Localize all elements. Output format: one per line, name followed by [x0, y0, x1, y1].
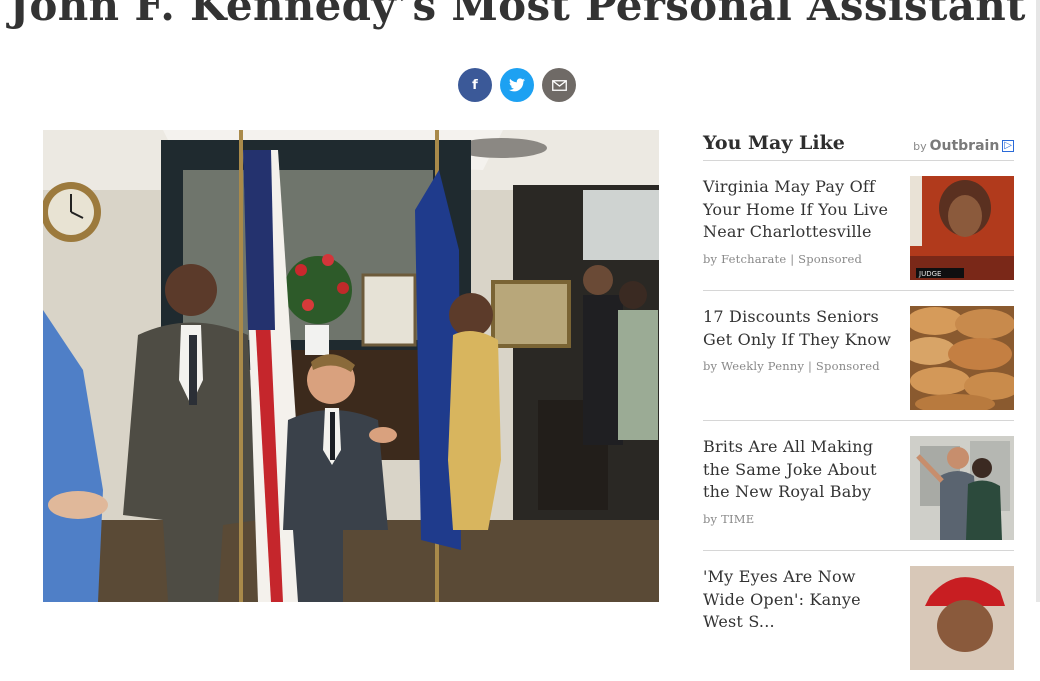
sidebar-title: You May Like: [703, 132, 845, 154]
recommendation-thumbnail[interactable]: [910, 566, 1014, 670]
recommendation-thumbnail[interactable]: [910, 436, 1014, 540]
facebook-share-button[interactable]: f: [458, 68, 492, 102]
article-hero-image: [43, 130, 659, 602]
outbrain-logo: Outbrain: [929, 138, 1000, 154]
recommendation-item[interactable]: 'My Eyes Are Now Wide Open': Kanye West …: [703, 551, 1014, 681]
recommendation-item[interactable]: Virginia May Pay Off Your Home If You Li…: [703, 161, 1014, 291]
recommendation-thumbnail[interactable]: JUDGE: [910, 176, 1014, 280]
recommendation-source: by TIME: [703, 511, 755, 526]
recommendation-item[interactable]: Brits Are All Making the Same Joke About…: [703, 421, 1014, 551]
recommendation-item[interactable]: 17 Discounts Seniors Get Only If They Kn…: [703, 291, 1014, 421]
hero-photo-illustration: [43, 130, 659, 602]
facebook-icon: f: [472, 77, 478, 93]
twitter-share-button[interactable]: [500, 68, 534, 102]
twitter-icon: [509, 78, 525, 92]
red-cap-photo: [910, 566, 1014, 670]
royal-couple-photo: [910, 436, 1014, 540]
recommendation-thumbnail[interactable]: [910, 306, 1014, 410]
recommendation-text: Brits Are All Making the Same Joke About…: [703, 436, 899, 550]
recommendation-title[interactable]: Virginia May Pay Off Your Home If You Li…: [703, 176, 899, 244]
thumb-judge-label: JUDGE: [918, 270, 941, 278]
sidebar-header: You May Like by Outbrain ▷: [703, 126, 1014, 161]
recommendation-source: by Weekly Penny | Sponsored: [703, 359, 880, 373]
judge-photo: JUDGE: [910, 176, 1014, 280]
recommendation-title[interactable]: 'My Eyes Are Now Wide Open': Kanye West …: [703, 566, 899, 634]
recommendation-text: 17 Discounts Seniors Get Only If They Kn…: [703, 306, 899, 420]
bread-photo: [910, 306, 1014, 410]
recommendation-source: by Fetcharate | Sponsored: [703, 251, 863, 266]
page-scrollbar[interactable]: [1036, 0, 1040, 602]
article-headline: John F. Kennedy’s Most Personal Assistan…: [9, 0, 1026, 30]
recommendations-sidebar: You May Like by Outbrain ▷ Virginia May …: [703, 126, 1014, 681]
email-share-button[interactable]: [542, 68, 576, 102]
email-icon: [551, 79, 567, 91]
share-buttons: f: [458, 68, 576, 102]
recommendation-text: Virginia May Pay Off Your Home If You Li…: [703, 176, 899, 290]
ad-choices-icon[interactable]: ▷: [1002, 140, 1014, 152]
recommendation-title[interactable]: 17 Discounts Seniors Get Only If They Kn…: [703, 306, 899, 351]
by-label: by: [913, 139, 927, 153]
outbrain-attribution[interactable]: by Outbrain ▷: [913, 138, 1014, 154]
recommendation-text: 'My Eyes Are Now Wide Open': Kanye West …: [703, 566, 899, 681]
recommendation-title[interactable]: Brits Are All Making the Same Joke About…: [703, 436, 899, 504]
